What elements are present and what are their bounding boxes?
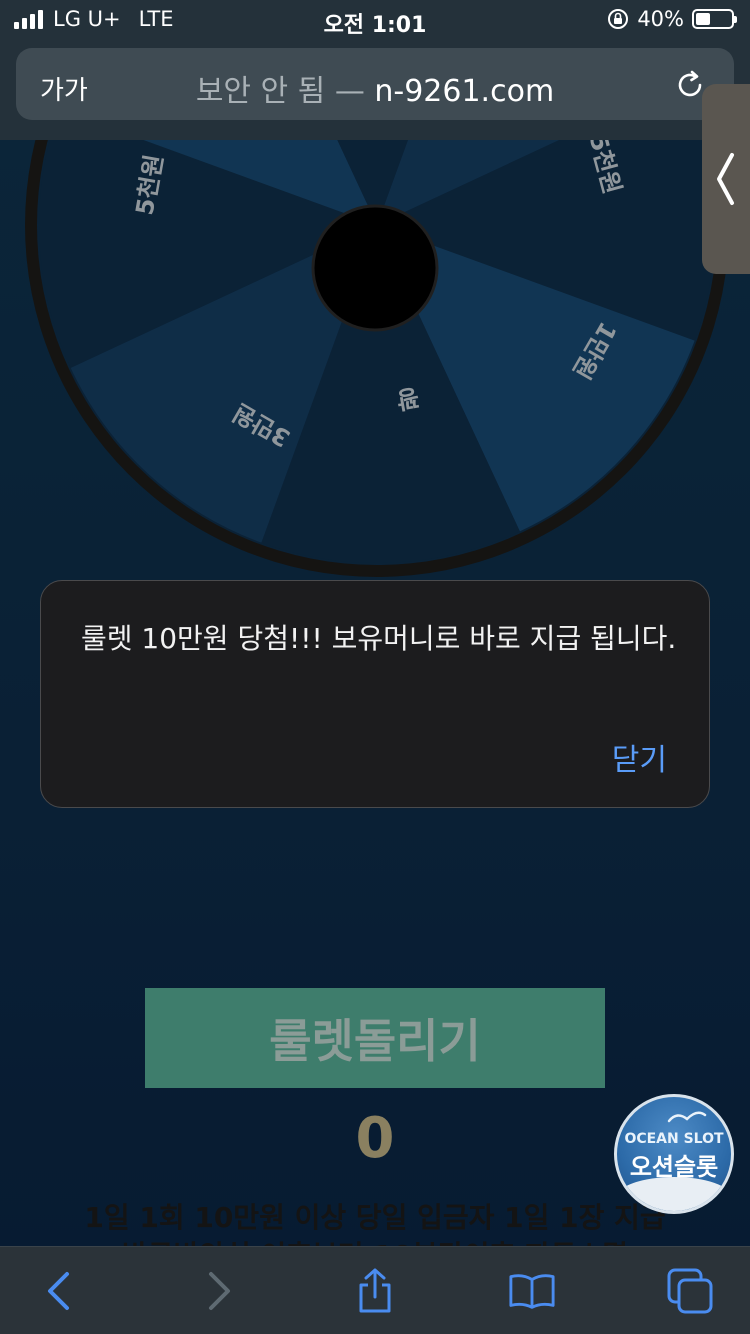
close-button[interactable]: 닫기 [612,735,667,779]
browser-top-chrome: LG U+ LTE 오전 1:01 40% 가가 보안 안 됨 — n-9261… [0,0,750,140]
tabs-button[interactable] [666,1267,714,1315]
orientation-lock-icon [608,9,629,29]
forward-button[interactable] [196,1267,244,1315]
side-panel-tab[interactable] [702,84,750,274]
status-bar: LG U+ LTE 오전 1:01 40% [0,0,750,42]
insecure-label: 보안 안 됨 — [195,74,365,109]
seagull-icon [667,1111,707,1123]
tabs-icon [667,1268,713,1314]
chevron-back-icon [48,1272,69,1310]
spin-roulette-button[interactable]: 룰렛돌리기 [145,988,605,1088]
book-icon [509,1274,555,1309]
address-bar[interactable]: 가가 보안 안 됨 — n-9261.com [16,48,734,120]
back-button[interactable] [34,1267,82,1315]
logo-english-text: OCEAN SLOT [624,1131,724,1147]
url-display[interactable]: 보안 안 됨 — n-9261.com [16,66,734,110]
logo-korean-text: 오션슬롯 [629,1153,719,1181]
url-domain: n-9261.com [374,74,555,109]
bookmarks-button[interactable] [508,1267,556,1315]
ocean-slot-logo[interactable]: OCEAN SLOT 오션슬롯 [614,1094,734,1214]
share-button[interactable] [351,1267,399,1315]
alert-message: 룰렛 10만원 당첨!!! 보유머니로 바로 지급 됩니다. [81,622,677,655]
chevron-forward-icon [209,1272,230,1310]
wave-graphic [617,1177,731,1211]
battery-icon [692,9,737,29]
alert-dialog: 룰렛 10만원 당첨!!! 보유머니로 바로 지급 됩니다. 닫기 [40,580,710,808]
browser-toolbar [0,1246,750,1334]
battery-percent: 40% [637,7,684,31]
chevron-left-icon [717,153,734,205]
wheel-hub [311,204,439,332]
share-icon [359,1268,391,1313]
